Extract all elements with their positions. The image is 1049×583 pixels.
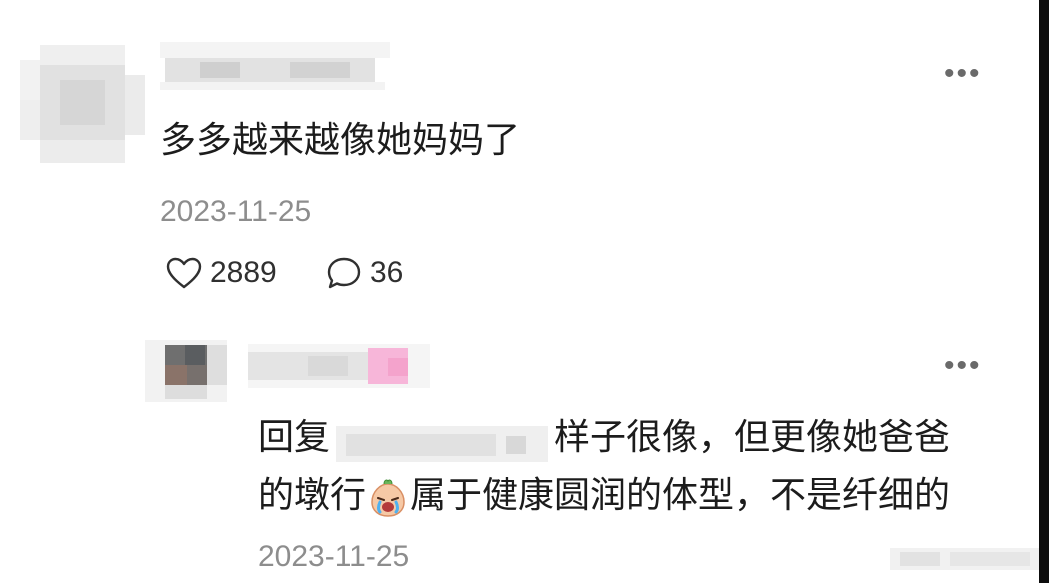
comment-date: 2023-11-25 — [160, 195, 312, 228]
comment-text: 多多越来越像她妈妈了 — [160, 119, 521, 160]
reply-text: 回复 样子很像，但更像她爸爸 的墩行 属于健康圆润的体型，不是纤细的 — [258, 408, 998, 524]
comment-thread: ••• 多多越来越像她妈妈了 2023-11-25 2889 36 ••• 回复… — [0, 0, 1049, 583]
mentioned-user[interactable] — [336, 421, 549, 463]
avatar-pixels — [20, 45, 145, 163]
username[interactable] — [160, 42, 390, 90]
reply-more-options-icon[interactable]: ••• — [944, 351, 982, 381]
reply-avatar-pixels — [145, 340, 227, 402]
watermark — [890, 544, 1040, 574]
crying-face-emoji — [368, 477, 408, 518]
reply-count: 36 — [370, 256, 404, 289]
reply-prefix: 回复 — [258, 416, 331, 457]
username-pixels — [160, 42, 390, 90]
reply-line2-a: 的墩行 — [258, 474, 367, 515]
reply-line2-b: 属于健康圆润的体型，不是纤细的 — [410, 474, 951, 515]
reply-avatar[interactable] — [145, 340, 227, 402]
avatar[interactable] — [20, 45, 145, 163]
heart-outline-icon — [166, 257, 202, 289]
more-options-icon[interactable]: ••• — [944, 59, 982, 89]
like-button[interactable]: 2889 — [166, 256, 277, 290]
reply-line1: 样子很像，但更像她爸爸 — [554, 416, 951, 457]
reply-username-pixels — [248, 344, 430, 388]
reply-button[interactable]: 36 — [326, 256, 403, 290]
reply-date: 2023-11-25 — [258, 540, 410, 573]
like-count: 2889 — [210, 256, 277, 289]
speech-bubble-icon — [326, 256, 362, 290]
window-edge — [1039, 0, 1049, 583]
reply-username[interactable] — [248, 344, 430, 388]
mention-pixels — [336, 426, 549, 463]
